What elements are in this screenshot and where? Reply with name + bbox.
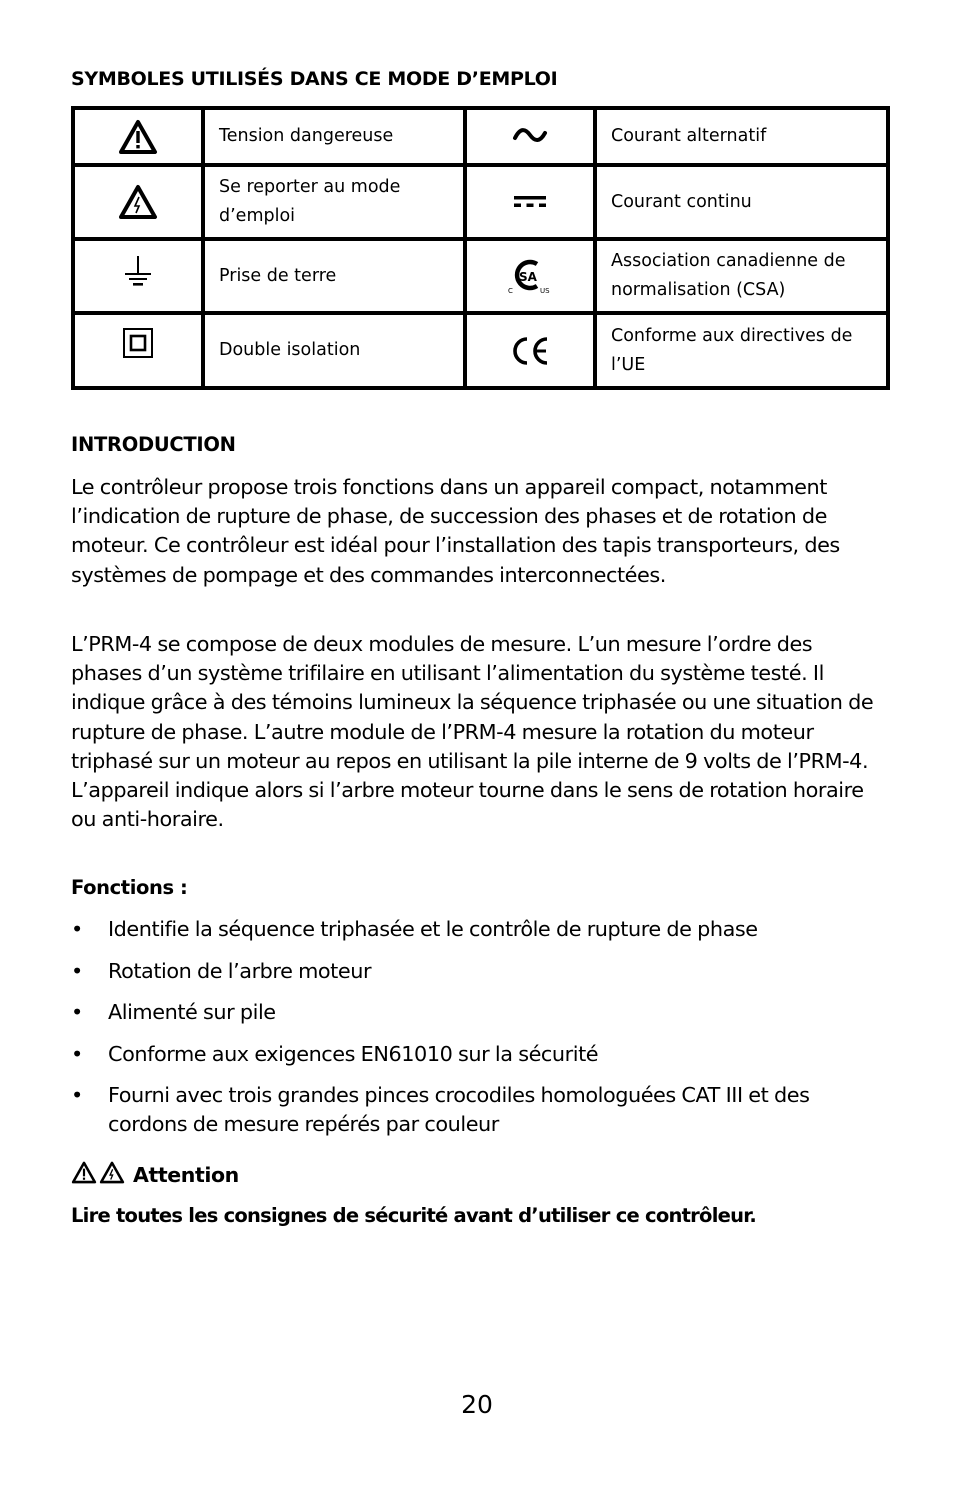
functions-list: • Identifie la séquence triphasée et le … [71,915,886,1152]
list-item-text: Conforme aux exigences EN61010 sur la sé… [108,1041,599,1066]
bullet: • [71,1083,83,1107]
symbols-table-row: Double isolation Conforme aux directives… [71,311,890,390]
direct-current-icon [513,192,547,212]
symbols-table-row: Se reporter au mode d’emploi Courant con… [71,163,890,241]
attention-heading: Attention [71,1161,239,1189]
symbol-icon-cell [71,106,205,167]
safety-warning-text: Lire toutes les consignes de sécurité av… [71,1204,757,1227]
symbol-label: Se reporter au mode d’emploi [201,163,467,241]
list-item-text: Rotation de l’arbre moteur [108,958,372,983]
bullet: • [71,917,83,941]
symbol-icon-cell [71,237,205,315]
svg-text:C: C [508,287,513,295]
ground-icon [122,255,154,286]
symbol-label: Conforme aux directives de l’UE [593,311,890,390]
symbol-label: Tension dangereuse [201,106,467,167]
svg-text:US: US [540,287,550,295]
symbol-label: Courant alternatif [593,106,890,167]
list-item: • Rotation de l’arbre moteur [71,957,886,986]
functions-title: Fonctions : [71,876,188,899]
symbols-section-title: SYMBOLES UTILISÉS DANS CE MODE D’EMPLOI [71,68,558,90]
warning-exclamation-icon [118,119,158,154]
symbol-icon-cell [71,163,205,241]
symbol-label: Association canadienne de normalisation … [593,237,890,315]
double-insulation-icon [122,328,154,360]
symbol-label: Courant continu [593,163,890,241]
list-item-text: Identifie la séquence triphasée et le co… [108,917,758,941]
warning-lightning-icon [118,185,158,219]
paragraph-text: L’PRM-4 se compose de deux modules de me… [71,632,874,832]
list-item: • Fourni avec trois grandes pinces croco… [71,1081,886,1139]
attention-label: Attention [133,1163,239,1187]
paragraph-text: Le contrôleur propose trois fonctions da… [71,475,840,587]
warning-lightning-icon [99,1161,127,1189]
symbol-icon-cell [71,311,205,390]
list-item-text: Alimenté sur pile [108,1000,276,1024]
introduction-title: INTRODUCTION [71,433,236,456]
symbols-table-row: Prise de terre SA C US Association canad… [71,237,890,315]
list-item: • Identifie la séquence triphasée et le … [71,915,886,944]
list-item: • Alimenté sur pile [71,998,886,1027]
csa-logo-icon: SA C US [504,259,556,295]
introduction-paragraph: Le contrôleur propose trois fonctions da… [71,473,886,590]
list-item-text: Fourni avec trois grandes pinces crocodi… [108,1083,810,1137]
symbol-label: Double isolation [201,311,467,390]
bullet: • [71,1041,83,1066]
bullet: • [71,1000,83,1024]
list-item: • Conforme aux exigences EN61010 sur la … [71,1040,886,1069]
symbol-icon-cell [463,311,597,390]
symbols-table-row: Tension dangereuse Courant alternatif [71,106,890,167]
bullet: • [71,958,83,983]
symbols-table: Tension dangereuse Courant alternatif Se… [71,106,890,390]
svg-text:SA: SA [519,270,538,284]
page-number: 20 [461,1390,493,1419]
introduction-paragraph: L’PRM-4 se compose de deux modules de me… [71,630,886,834]
symbol-icon-cell [463,163,597,241]
symbol-icon-cell [463,106,597,167]
warning-exclamation-icon [71,1161,99,1189]
symbol-label: Prise de terre [201,237,467,315]
ce-mark-icon [508,336,552,365]
symbol-icon-cell: SA C US [463,237,597,315]
alternating-current-icon [512,126,548,146]
